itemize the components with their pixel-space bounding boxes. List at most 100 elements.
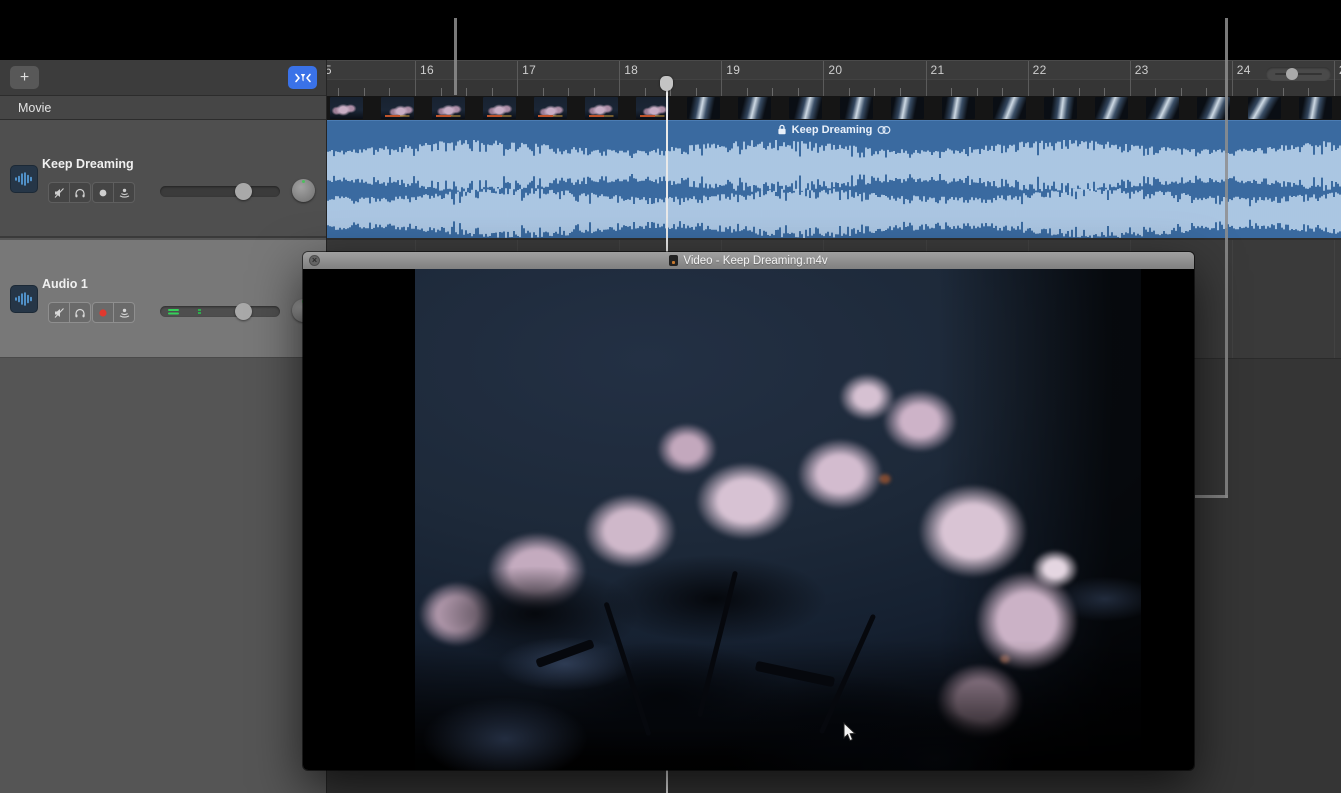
volume-slider-thumb[interactable] (235, 303, 252, 320)
guide-line-left (454, 18, 457, 95)
audio-waveform-icon (10, 165, 38, 193)
audio-region-keep-dreaming[interactable]: Keep Dreaming (327, 120, 1341, 238)
video-thumbnail-flowers (636, 97, 669, 119)
bar-gridline (926, 61, 927, 97)
input-monitoring-icon (118, 187, 131, 199)
headphones-icon (74, 187, 86, 199)
horizontal-zoom-slider[interactable] (1266, 67, 1331, 81)
video-thumbnail-waves (891, 97, 924, 119)
movie-track-header[interactable]: Movie (0, 96, 326, 120)
track-header-column: + Movie (0, 60, 327, 793)
track-header-toolbar: + (0, 60, 326, 96)
track-name: Audio 1 (42, 277, 88, 291)
close-button[interactable]: × (309, 255, 320, 266)
track-header-audio-1[interactable]: Audio 1 (0, 240, 326, 358)
level-meter-peak (198, 309, 201, 311)
audio-waveform-icon (10, 285, 38, 313)
volume-slider-thumb[interactable] (235, 183, 252, 200)
subtitle-overlay (589, 115, 604, 117)
video-thumbnail-waves (1044, 97, 1077, 119)
video-frame-flowers (415, 269, 1141, 770)
video-thumbnail-waves (687, 97, 720, 119)
bar-number: 17 (522, 63, 536, 77)
video-thumbnail-flowers (483, 97, 516, 119)
bar-number: 24 (1237, 63, 1251, 77)
video-window[interactable]: Video - Keep Dreaming.m4v × (303, 252, 1194, 770)
subtitle-overlay (487, 115, 502, 117)
guide-line-right (1225, 18, 1228, 498)
mute-icon (53, 187, 65, 199)
region-title: Keep Dreaming (792, 124, 873, 136)
garageband-screen: 1516171819202122232425 Keep Dreaming (0, 0, 1341, 793)
input-monitoring-button[interactable] (113, 183, 134, 202)
region-header: Keep Dreaming (327, 121, 1341, 138)
audio-waveform (327, 137, 1341, 239)
track-filter-button[interactable] (288, 66, 317, 89)
subtitle-overlay (436, 115, 451, 117)
video-file-icon (669, 255, 678, 266)
track-filter-icon (294, 72, 312, 84)
video-thumbnail-flowers (381, 97, 414, 119)
bar-gridline (1130, 61, 1131, 97)
add-track-button[interactable]: + (10, 66, 39, 89)
record-enable-button[interactable] (93, 303, 113, 322)
input-monitoring-button[interactable] (113, 303, 134, 322)
playhead-handle[interactable] (660, 76, 673, 91)
video-display (303, 269, 1194, 770)
bar-gridline (1028, 61, 1029, 97)
bar-number: 19 (726, 63, 740, 77)
pan-knob[interactable] (292, 179, 315, 202)
video-thumbnail-waves (840, 97, 873, 119)
bar-gridline (823, 61, 824, 97)
video-thumbnail-waves (1299, 97, 1332, 119)
track-name: Keep Dreaming (42, 157, 134, 171)
video-thumbnail-waves (1248, 97, 1281, 119)
bar-gridline (721, 61, 722, 97)
zoom-slider-rail (1275, 73, 1322, 75)
solo-button[interactable] (69, 303, 90, 322)
headphones-icon (74, 307, 86, 319)
bar-gridline (1232, 61, 1233, 97)
video-window-title: Video - Keep Dreaming.m4v (683, 255, 827, 267)
foliage-silhouette (415, 269, 1141, 770)
lock-icon (777, 124, 787, 135)
track-header-keep-dreaming[interactable]: Keep Dreaming (0, 120, 326, 238)
mute-icon (53, 307, 65, 319)
solo-button[interactable] (69, 183, 90, 202)
video-thumbnail-waves (789, 97, 822, 119)
subtitle-overlay (538, 115, 553, 117)
bar-gridline (517, 61, 518, 97)
bar-gridline (1334, 61, 1335, 97)
video-window-titlebar[interactable]: Video - Keep Dreaming.m4v (303, 252, 1194, 269)
mouse-cursor (843, 722, 859, 744)
video-thumbnail-waves (1146, 97, 1179, 119)
video-thumbnail-waves (993, 97, 1026, 119)
subtitle-overlay (640, 115, 655, 117)
input-monitoring-icon (118, 307, 131, 319)
video-thumbnail-waves (1095, 97, 1128, 119)
mute-button[interactable] (49, 303, 69, 322)
video-thumbnail-flowers (432, 97, 465, 119)
video-thumbnail-flowers (585, 97, 618, 119)
zoom-slider-thumb[interactable] (1286, 68, 1298, 80)
movie-track-label: Movie (18, 101, 51, 115)
video-thumbnail-waves (738, 97, 771, 119)
volume-slider[interactable] (160, 186, 280, 197)
mute-solo-group (48, 182, 91, 203)
record-monitor-group (92, 302, 135, 323)
subtitle-overlay (385, 115, 400, 117)
volume-slider[interactable] (160, 306, 280, 317)
video-thumbnail-waves (942, 97, 975, 119)
mute-solo-group (48, 302, 91, 323)
guide-line-bottom (1195, 495, 1228, 498)
bar-number: 18 (624, 63, 638, 77)
mute-button[interactable] (49, 183, 69, 202)
bar-number: 23 (1135, 63, 1149, 77)
record-icon-armed (97, 307, 109, 319)
record-enable-button[interactable] (93, 183, 113, 202)
record-icon (97, 187, 109, 199)
bar-number: 22 (1033, 63, 1047, 77)
follow-tempo-icon (877, 125, 891, 135)
bar-number: 20 (828, 63, 842, 77)
lane-gridline (1334, 240, 1335, 358)
